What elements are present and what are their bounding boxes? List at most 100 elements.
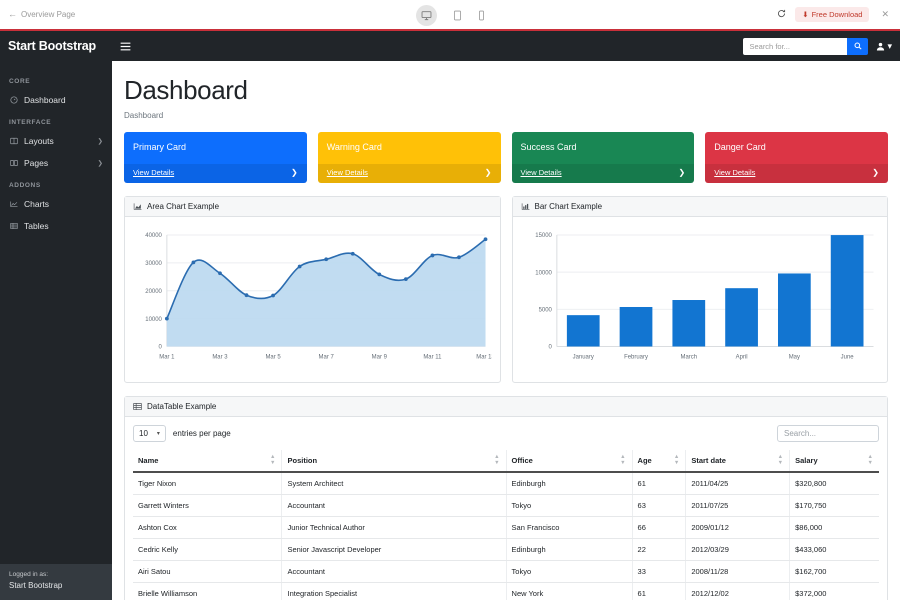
svg-text:Mar 13: Mar 13: [476, 354, 491, 360]
table-row[interactable]: Ashton CoxJunior Technical AuthorSan Fra…: [133, 517, 879, 539]
table-cell: Brielle Williamson: [133, 583, 282, 600]
search-input[interactable]: [743, 38, 847, 55]
column-header-salary[interactable]: Salary▲▼: [790, 450, 879, 472]
download-icon: ⬇: [802, 10, 808, 19]
mobile-icon[interactable]: [478, 10, 485, 21]
bar-chart-canvas[interactable]: 050001000015000JanuaryFebruaryMarchApril…: [521, 225, 880, 374]
table-cell: Accountant: [282, 561, 506, 583]
search-button[interactable]: [847, 38, 868, 55]
brand-link[interactable]: Start Bootstrap: [0, 39, 112, 53]
sidebar-item-layouts[interactable]: Layouts ❯: [0, 130, 112, 152]
table-cell: $162,700: [790, 561, 879, 583]
table-cell: Senior Javascript Developer: [282, 539, 506, 561]
table-cell: Cedric Kelly: [133, 539, 282, 561]
arrow-left-icon: ←: [8, 10, 17, 19]
area-chart-canvas[interactable]: 010000200003000040000Mar 1Mar 3Mar 5Mar …: [133, 225, 492, 374]
table-cell: 2012/03/29: [686, 539, 790, 561]
svg-text:10000: 10000: [535, 270, 552, 276]
table-row[interactable]: Cedric KellySenior Javascript DeveloperE…: [133, 539, 879, 561]
table-cell: 61: [632, 472, 686, 495]
stat-card-primary[interactable]: Primary Card View Details ❯: [124, 132, 307, 183]
view-details-link[interactable]: View Details: [327, 168, 368, 177]
table-cell: $372,000: [790, 583, 879, 600]
entries-per-page-select[interactable]: 10 ▾: [133, 425, 166, 442]
table-cell: 2012/12/02: [686, 583, 790, 600]
svg-text:May: May: [788, 354, 799, 360]
chart-area-icon: [133, 202, 142, 211]
device-preview-toggles: [0, 0, 900, 31]
sort-icon[interactable]: ▲▼: [868, 455, 873, 467]
navbar-search-group: [743, 38, 868, 55]
sidebar-nav: CORE Dashboard INTERFACE Layouts ❯: [0, 61, 112, 600]
svg-text:Mar 11: Mar 11: [423, 354, 442, 360]
table-cell: San Francisco: [506, 517, 632, 539]
desktop-icon[interactable]: [416, 5, 437, 26]
sidebar-item-label: Charts: [24, 199, 103, 209]
hamburger-icon[interactable]: [114, 37, 136, 55]
tablet-icon[interactable]: [453, 10, 462, 21]
column-header-name[interactable]: Name▲▼: [133, 450, 282, 472]
sort-icon[interactable]: ▲▼: [778, 455, 783, 467]
column-header-label: Office: [512, 456, 533, 465]
stat-card-danger[interactable]: Danger Card View Details ❯: [705, 132, 888, 183]
datatable-head: Name▲▼Position▲▼Office▲▼Age▲▼Start date▲…: [133, 450, 879, 472]
sidebar-item-charts[interactable]: Charts: [0, 193, 112, 215]
table-row[interactable]: Airi SatouAccountantTokyo332008/11/28$16…: [133, 561, 879, 583]
datatable-search-input[interactable]: [777, 425, 879, 442]
column-header-office[interactable]: Office ▲▼: [506, 450, 632, 472]
svg-text:20000: 20000: [145, 289, 162, 295]
breadcrumb: Dashboard: [124, 111, 888, 120]
refresh-icon[interactable]: [777, 9, 786, 21]
table-row[interactable]: Brielle WilliamsonIntegration Specialist…: [133, 583, 879, 600]
column-header-position[interactable]: Position▲▼: [282, 450, 506, 472]
stat-card-footer[interactable]: View Details ❯: [705, 164, 888, 183]
sidebar-item-pages[interactable]: Pages ❯: [0, 152, 112, 174]
chevron-down-icon: ▾: [157, 430, 160, 437]
entries-per-page-value: 10: [139, 429, 148, 438]
svg-text:Mar 3: Mar 3: [212, 354, 228, 360]
svg-text:April: April: [735, 354, 747, 360]
column-header-age[interactable]: Age▲▼: [632, 450, 686, 472]
stat-card-success[interactable]: Success Card View Details ❯: [512, 132, 695, 183]
table-cell: 2008/11/28: [686, 561, 790, 583]
table-row[interactable]: Tiger NixonSystem ArchitectEdinburgh6120…: [133, 472, 879, 495]
stat-card-title: Primary Card: [124, 132, 307, 164]
table-cell: Ashton Cox: [133, 517, 282, 539]
view-details-link[interactable]: View Details: [133, 168, 174, 177]
table-cell: New York: [506, 583, 632, 600]
column-header-start-date[interactable]: Start date ▲▼: [686, 450, 790, 472]
svg-text:February: February: [624, 354, 648, 360]
bar-chart-body: 050001000015000JanuaryFebruaryMarchApril…: [513, 217, 888, 382]
view-details-link[interactable]: View Details: [714, 168, 755, 177]
column-header-label: Start date: [691, 456, 726, 465]
user-dropdown[interactable]: ▾: [876, 41, 892, 52]
view-details-link[interactable]: View Details: [521, 168, 562, 177]
table-cell: Accountant: [282, 495, 506, 517]
sidebar-item-dashboard[interactable]: Dashboard: [0, 89, 112, 111]
sidebar-footer: Logged in as: Start Bootstrap: [0, 564, 112, 600]
svg-text:10000: 10000: [145, 317, 162, 323]
caret-down-icon: ▾: [887, 41, 892, 52]
stat-card-footer[interactable]: View Details ❯: [124, 164, 307, 183]
stat-cards-row: Primary Card View Details ❯ Warning Card…: [124, 132, 888, 183]
sort-icon[interactable]: ▲▼: [620, 455, 625, 467]
svg-text:Mar 9: Mar 9: [372, 354, 388, 360]
datatable: Name▲▼Position▲▼Office▲▼Age▲▼Start date▲…: [133, 450, 879, 600]
sort-icon[interactable]: ▲▼: [270, 455, 275, 467]
close-icon[interactable]: ✕: [878, 9, 892, 20]
sort-icon[interactable]: ▲▼: [674, 455, 679, 467]
back-to-overview-button[interactable]: ← Overview Page: [8, 10, 75, 19]
page-title: Dashboard: [124, 75, 888, 106]
stat-card-footer[interactable]: View Details ❯: [512, 164, 695, 183]
svg-text:0: 0: [159, 345, 163, 351]
stat-card-footer[interactable]: View Details ❯: [318, 164, 501, 183]
sidebar-item-tables[interactable]: Tables: [0, 215, 112, 237]
main-content: Dashboard Dashboard Primary Card View De…: [112, 61, 900, 600]
stat-card-warning[interactable]: Warning Card View Details ❯: [318, 132, 501, 183]
table-cell: $320,800: [790, 472, 879, 495]
free-download-button[interactable]: ⬇ Free Download: [795, 7, 869, 22]
chevron-right-icon: ❯: [98, 137, 103, 145]
area-chart-body: 010000200003000040000Mar 1Mar 3Mar 5Mar …: [125, 217, 500, 382]
sort-icon[interactable]: ▲▼: [494, 455, 499, 467]
table-row[interactable]: Garrett WintersAccountantTokyo632011/07/…: [133, 495, 879, 517]
